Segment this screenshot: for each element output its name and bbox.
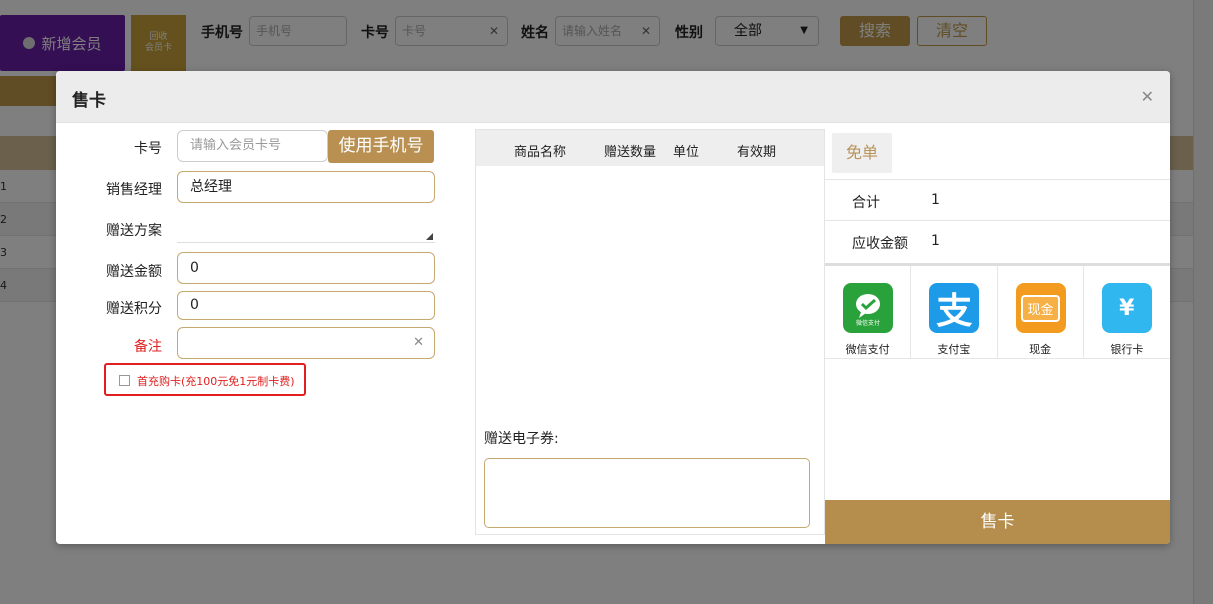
first-charge-checkbox[interactable]	[119, 375, 130, 386]
gift-items-panel: 商品名称 赠送数量 单位 有效期 赠送电子券:	[475, 129, 825, 535]
payment-alipay[interactable]: 支 支付宝	[911, 266, 998, 359]
column-header-unit: 单位	[673, 145, 700, 160]
sell-card-button[interactable]: 售卡	[825, 500, 1170, 544]
receivable-value: 1	[931, 233, 940, 249]
gift-amount-input[interactable]: 0	[177, 252, 435, 284]
column-header-product-name: 商品名称	[514, 145, 567, 160]
sales-manager-label: 销售经理	[106, 182, 162, 198]
gift-amount-label: 赠送金额	[106, 264, 162, 280]
receivable-label: 应收金额	[852, 236, 908, 252]
total-value: 1	[931, 192, 940, 208]
dialog-title: 售卡	[72, 91, 106, 111]
wechat-pay-icon: 微信支付	[843, 283, 893, 333]
alipay-icon: 支	[929, 283, 980, 333]
column-header-validity: 有效期	[737, 145, 777, 160]
cash-badge-text: 现金	[1021, 294, 1060, 322]
payment-cash[interactable]: 现金 现金	[998, 266, 1084, 359]
payment-wechat[interactable]: 微信支付 微信支付	[825, 266, 912, 359]
gift-points-input[interactable]: 0	[177, 291, 435, 320]
use-phone-button[interactable]: 使用手机号	[328, 130, 434, 163]
dialog-header: 售卡 ✕	[56, 71, 1170, 123]
sales-manager-select[interactable]: 总经理	[177, 171, 435, 203]
free-order-button[interactable]: 免单	[832, 133, 892, 173]
payment-panel: 免单 合计 1 应收金额 1 微信支付 微信支付 支 支付宝 现金 现金 ¥ 银…	[825, 123, 1170, 544]
payment-name: 微信支付	[845, 343, 890, 356]
first-charge-option[interactable]: 首充购卡(充100元免1元制卡费)	[104, 363, 306, 396]
clear-icon[interactable]: ✕	[413, 328, 424, 358]
receivable-row: 应收金额 1	[825, 220, 1170, 261]
gift-items-table-header: 商品名称 赠送数量 单位 有效期	[476, 130, 824, 166]
payment-name: 支付宝	[937, 343, 971, 356]
total-label: 合计	[852, 195, 880, 211]
remark-label: 备注	[134, 339, 162, 355]
close-icon[interactable]: ✕	[1141, 87, 1154, 106]
payment-name: 现金	[1029, 343, 1052, 356]
column-header-gift-quantity: 赠送数量	[604, 145, 657, 160]
bank-card-icon: ¥	[1101, 283, 1152, 333]
resize-handle-icon	[426, 233, 433, 240]
gift-coupon-label: 赠送电子券:	[484, 431, 559, 447]
payment-methods: 微信支付 微信支付 支 支付宝 现金 现金 ¥ 银行卡	[825, 263, 1170, 359]
card-number-input[interactable]: 请输入会员卡号	[177, 130, 328, 162]
total-row: 合计 1	[825, 179, 1170, 220]
first-charge-text: 首充购卡(充100元免1元制卡费)	[137, 375, 295, 388]
wechat-badge-text: 微信支付	[856, 319, 880, 327]
sell-card-dialog: 售卡 ✕ 卡号 请输入会员卡号 使用手机号 销售经理 总经理 赠送方案 赠送金额…	[56, 71, 1170, 544]
card-number-label: 卡号	[134, 141, 162, 157]
payment-bank-card[interactable]: ¥ 银行卡	[1084, 266, 1170, 359]
remark-input[interactable]: ✕	[177, 327, 435, 359]
gift-plan-field[interactable]	[177, 217, 435, 243]
cash-icon: 现金	[1015, 283, 1066, 333]
payment-name: 银行卡	[1110, 343, 1144, 356]
gift-coupon-box[interactable]	[484, 458, 810, 528]
gift-points-label: 赠送积分	[106, 301, 162, 317]
gift-plan-label: 赠送方案	[106, 223, 162, 239]
